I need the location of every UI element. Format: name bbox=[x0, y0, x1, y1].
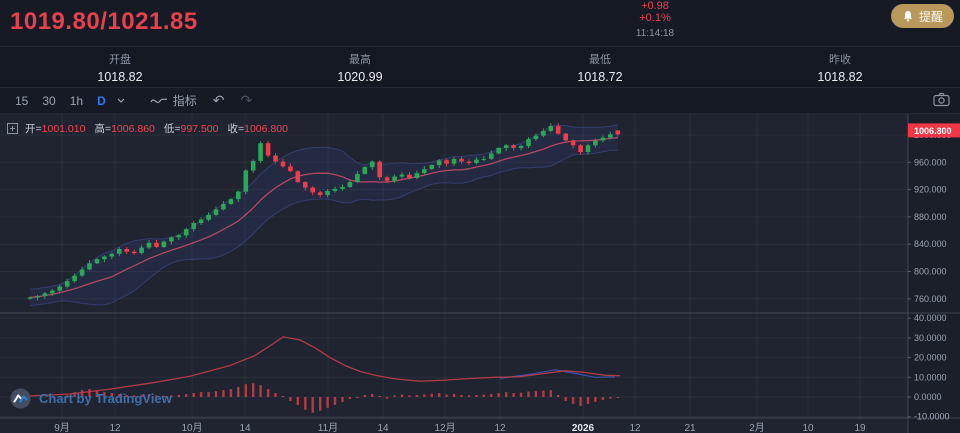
interval-button-1h[interactable]: 1h bbox=[63, 92, 90, 110]
stat-value: 1018.72 bbox=[577, 69, 623, 84]
svg-text:-10.0000: -10.0000 bbox=[914, 412, 950, 422]
stat-label: 最高 bbox=[349, 53, 371, 66]
undo-button[interactable]: ↶ bbox=[207, 92, 231, 109]
stat-1: 最高 1020.99 bbox=[240, 47, 480, 87]
svg-text:0.0000: 0.0000 bbox=[914, 392, 942, 402]
stat-2: 最低 1018.72 bbox=[480, 47, 720, 87]
stat-3: 昨收 1018.82 bbox=[720, 47, 960, 87]
svg-text:14: 14 bbox=[239, 423, 251, 433]
screenshot-button[interactable] bbox=[933, 92, 950, 112]
svg-text:840.000: 840.000 bbox=[914, 239, 947, 249]
bid-ask-price: 1019.80/1021.85 bbox=[10, 8, 198, 35]
chart-area: 1000.000960.000920.000880.000840.000800.… bbox=[0, 114, 960, 433]
chart-canvas[interactable]: 1000.000960.000920.000880.000840.000800.… bbox=[0, 114, 960, 433]
svg-text:40.0000: 40.0000 bbox=[914, 313, 947, 323]
stat-label: 开盘 bbox=[109, 53, 131, 66]
indicators-label: 指标 bbox=[172, 94, 197, 108]
plus-square-icon bbox=[7, 123, 18, 134]
svg-text:21: 21 bbox=[684, 423, 696, 433]
legend-item: 高=1006.860 bbox=[94, 123, 155, 135]
chart-toolbar: 15 30 1h D 指标 ↶ ↷ bbox=[0, 88, 960, 114]
svg-text:2月: 2月 bbox=[749, 422, 765, 433]
svg-text:10月: 10月 bbox=[181, 422, 202, 433]
indicator-curve-icon bbox=[150, 97, 167, 103]
tradingview-logo-icon bbox=[10, 388, 31, 409]
stat-label: 最低 bbox=[589, 53, 611, 66]
daily-stats-bar: 开盘 1018.82 最高 1020.99 最低 1018.72 昨收 1018.82 bbox=[0, 46, 960, 88]
interval-button-D[interactable]: D bbox=[90, 92, 108, 110]
alert-button-label: 提醒 bbox=[918, 9, 943, 24]
svg-text:12月: 12月 bbox=[434, 422, 455, 433]
svg-text:2026: 2026 bbox=[572, 423, 595, 433]
alert-button[interactable]: 提醒 bbox=[890, 4, 954, 28]
quote-time: 11:14:18 bbox=[635, 28, 675, 39]
svg-text:10: 10 bbox=[802, 423, 814, 433]
svg-text:19: 19 bbox=[854, 423, 866, 433]
svg-text:20.0000: 20.0000 bbox=[914, 353, 947, 363]
legend-expand-button[interactable] bbox=[7, 123, 18, 134]
interval-button-15[interactable]: 15 bbox=[8, 92, 35, 110]
indicators-button[interactable]: 指标 bbox=[144, 90, 203, 111]
svg-text:14: 14 bbox=[377, 423, 389, 433]
camera-icon bbox=[933, 92, 950, 107]
svg-text:800.000: 800.000 bbox=[914, 267, 947, 277]
svg-text:920.000: 920.000 bbox=[914, 185, 947, 195]
tradingview-attribution[interactable]: Chart by TradingView bbox=[10, 388, 172, 409]
stat-value: 1018.82 bbox=[817, 69, 863, 84]
svg-text:12: 12 bbox=[629, 423, 641, 433]
svg-text:9月: 9月 bbox=[54, 422, 70, 433]
stat-value: 1020.99 bbox=[337, 69, 383, 84]
ohlc-legend: 开=1001.010 高=1006.860 低=997.500 收=1006.800 bbox=[7, 121, 288, 136]
bell-icon bbox=[903, 10, 912, 22]
svg-text:760.000: 760.000 bbox=[914, 294, 947, 304]
change-value: +0.98 bbox=[641, 0, 669, 12]
stat-value: 1018.82 bbox=[97, 69, 143, 84]
stat-0: 开盘 1018.82 bbox=[0, 47, 240, 87]
svg-text:12: 12 bbox=[109, 423, 121, 433]
legend-item: 开=1001.010 bbox=[25, 123, 86, 135]
change-block: +0.98 +0.1% 11:14:18 bbox=[605, 0, 705, 40]
redo-button[interactable]: ↷ bbox=[235, 92, 259, 109]
svg-text:11月: 11月 bbox=[318, 422, 338, 433]
legend-item: 收=1006.800 bbox=[227, 123, 288, 135]
watermark-text: Chart by TradingView bbox=[39, 391, 172, 406]
stat-label: 昨收 bbox=[829, 53, 851, 66]
svg-text:960.000: 960.000 bbox=[914, 157, 947, 167]
interval-button-30[interactable]: 30 bbox=[35, 92, 62, 110]
svg-text:880.000: 880.000 bbox=[914, 212, 947, 222]
svg-text:10.0000: 10.0000 bbox=[914, 372, 947, 382]
svg-text:30.0000: 30.0000 bbox=[914, 333, 947, 343]
svg-text:12: 12 bbox=[494, 423, 506, 433]
legend-item: 低=997.500 bbox=[163, 123, 219, 135]
interval-dropdown-chevron-icon[interactable] bbox=[112, 96, 130, 105]
quote-header: 1019.80/1021.85 +0.98 +0.1% 11:14:18 提醒 bbox=[0, 0, 960, 46]
svg-text:1006.800: 1006.800 bbox=[914, 126, 952, 136]
change-percent: +0.1% bbox=[639, 12, 671, 24]
